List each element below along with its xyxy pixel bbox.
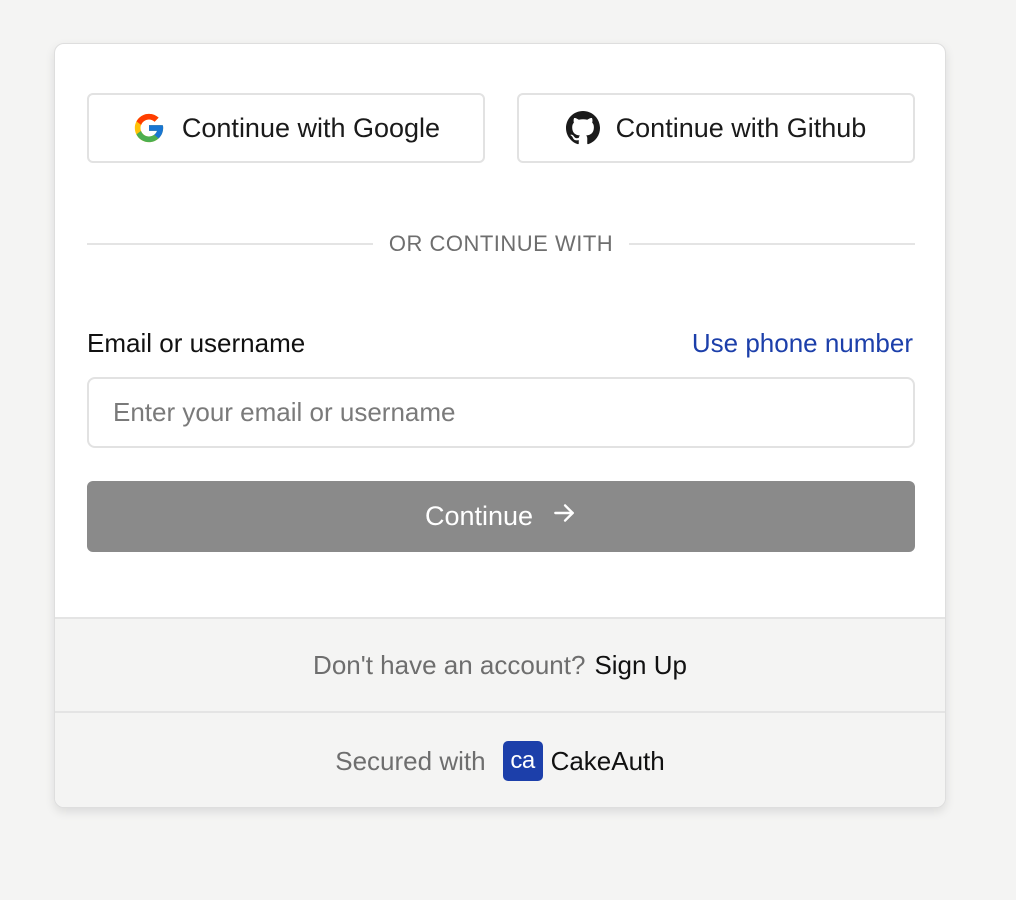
or-divider: OR CONTINUE WITH	[87, 228, 916, 260]
email-username-input[interactable]	[87, 377, 915, 448]
divider-line-right	[629, 243, 916, 245]
continue-button-label: Continue	[424, 501, 534, 531]
github-signin-label: Continue with Github	[615, 112, 867, 143]
cakeauth-logo: ca	[502, 741, 543, 781]
use-phone-number-link[interactable]: Use phone number	[692, 328, 913, 359]
login-card: Continue with Google Continue with Githu…	[54, 43, 946, 808]
sign-up-link[interactable]: Sign Up	[594, 650, 687, 681]
github-icon	[565, 111, 600, 145]
cakeauth-brand-name: CakeAuth	[550, 745, 665, 776]
signup-prompt: Don't have an account?	[313, 649, 586, 680]
google-icon	[132, 111, 166, 145]
github-signin-button[interactable]: Continue with Github	[517, 93, 915, 163]
divider-text: OR CONTINUE WITH	[388, 231, 614, 256]
continue-button[interactable]: Continue	[87, 481, 915, 552]
secured-with-text: Secured with	[335, 745, 486, 776]
google-signin-label: Continue with Google	[181, 112, 441, 143]
arrow-right-icon	[551, 500, 577, 533]
google-signin-button[interactable]: Continue with Google	[87, 93, 485, 163]
divider-line-left	[87, 243, 373, 245]
email-field-label: Email or username	[87, 328, 306, 358]
secured-footer: Secured with ca CakeAuth	[55, 711, 945, 807]
signup-bar: Don't have an account? Sign Up	[55, 617, 945, 711]
